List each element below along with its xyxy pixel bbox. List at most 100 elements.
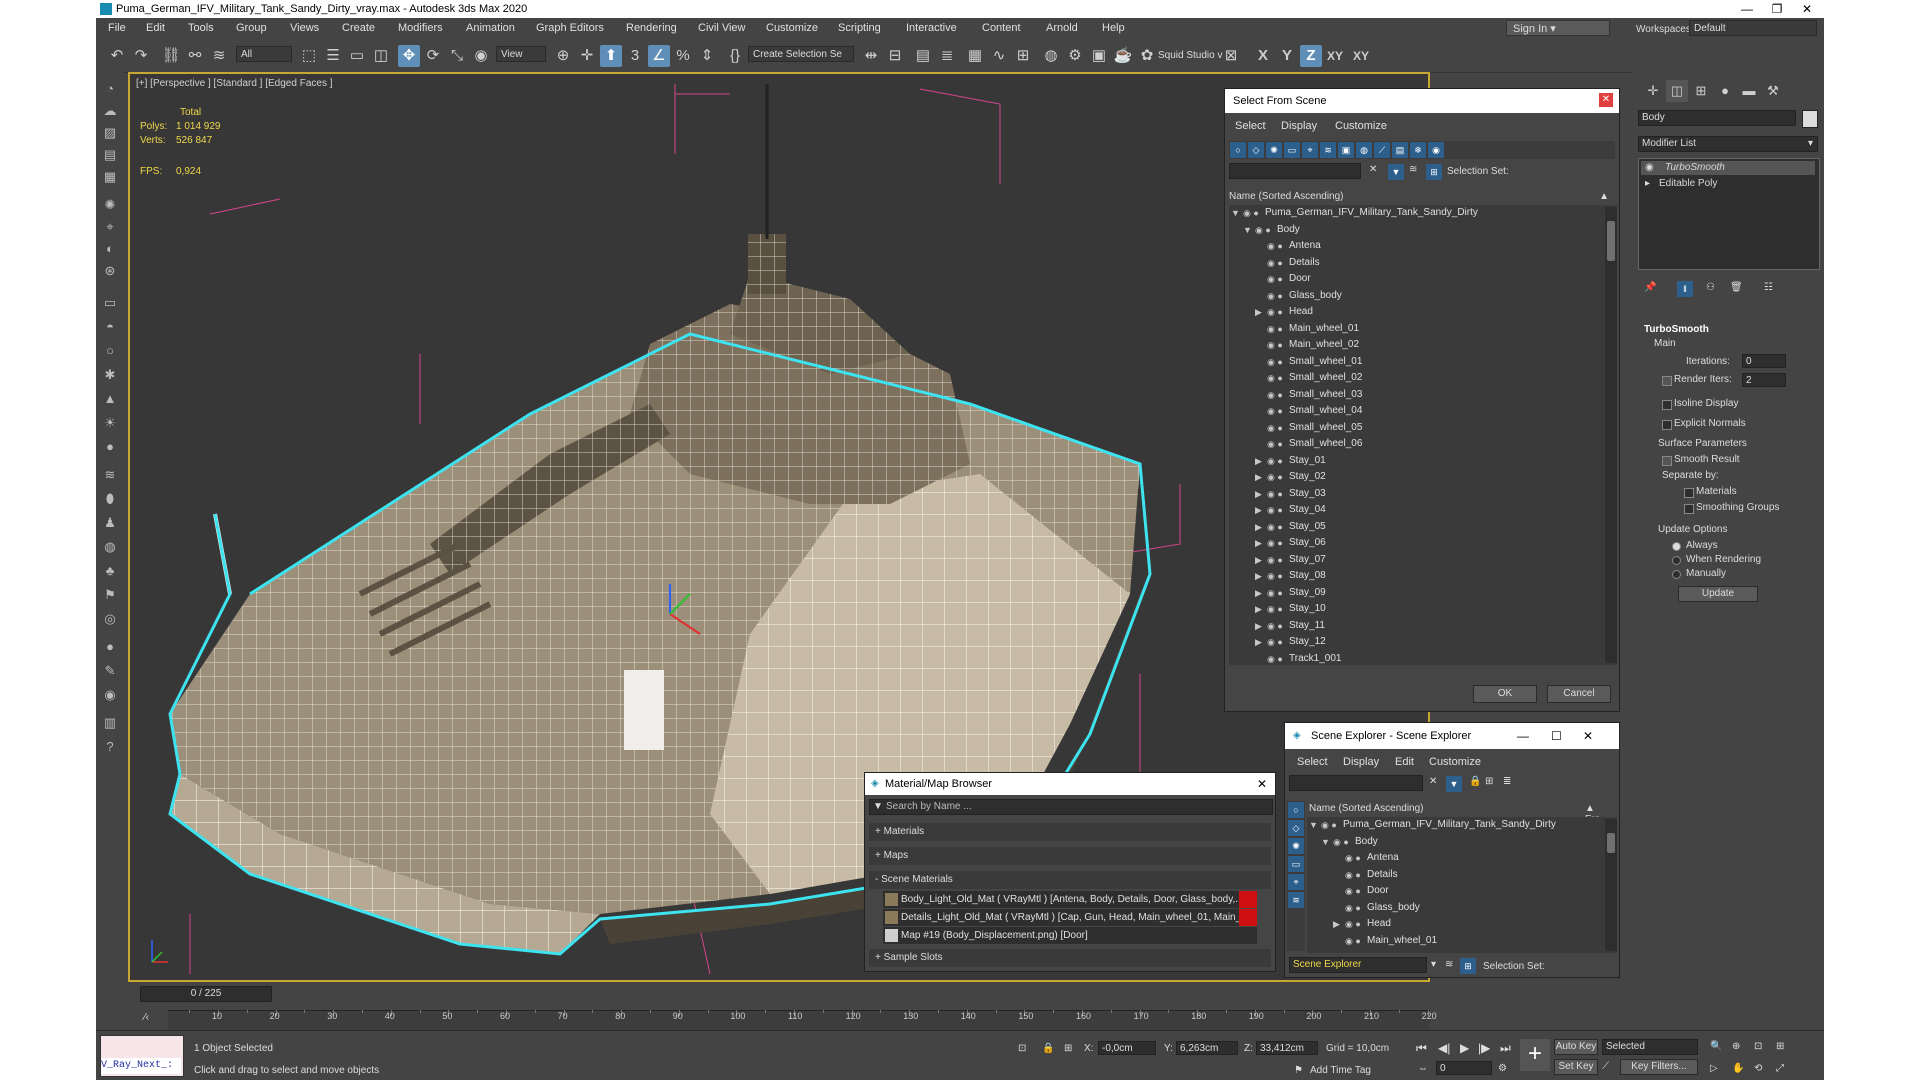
collapse-icon[interactable]: ▼: [1243, 222, 1252, 238]
visibility-icon[interactable]: ◉ ●: [1345, 850, 1361, 866]
rendered-frame-window-icon[interactable]: ▣: [1088, 45, 1110, 67]
expand-icon[interactable]: ▶: [1255, 601, 1262, 617]
visibility-icon[interactable]: ◉ ●: [1321, 817, 1337, 833]
se-menu-display[interactable]: Display: [1343, 756, 1379, 768]
help-icon[interactable]: ?: [100, 738, 120, 756]
sfs-name-column-header[interactable]: Name (Sorted Ascending): [1229, 191, 1344, 202]
sfs-filter-toggle-icon[interactable]: ▼: [1388, 164, 1404, 180]
visibility-icon[interactable]: ◉ ●: [1267, 502, 1283, 518]
cone-icon[interactable]: ▲: [100, 390, 120, 408]
se-geometry-filter-icon[interactable]: ○: [1288, 802, 1304, 818]
expand-icon[interactable]: ▶: [1255, 469, 1262, 485]
se-footer-hierarchy-icon[interactable]: ⊞: [1460, 958, 1476, 974]
se-row[interactable]: ◉ ● Glass_body: [1307, 900, 1603, 916]
play-icon[interactable]: ▶: [1460, 1041, 1469, 1055]
scene-material-item[interactable]: Map #19 (Body_Displacement.png) [Door]: [883, 927, 1257, 944]
expand-icon[interactable]: ▶: [1255, 519, 1262, 535]
visibility-icon[interactable]: ◉ ●: [1267, 585, 1283, 601]
selection-lock-icon[interactable]: 🔒: [1042, 1043, 1054, 1054]
sfs-row[interactable]: ▶ ◉ ● Stay_06: [1229, 535, 1603, 551]
hierarchy-tab-icon[interactable]: ⊞: [1690, 80, 1712, 102]
se-maximize-icon[interactable]: ☐: [1551, 729, 1562, 743]
se-row[interactable]: ▼ ◉ ● Puma_German_IFV_Military_Tank_Sandy_…: [1307, 817, 1603, 833]
sfs-row[interactable]: ▶ ◉ ● Stay_05: [1229, 519, 1603, 535]
se-minimize-icon[interactable]: —: [1517, 729, 1529, 743]
plane-icon[interactable]: ▭: [100, 294, 120, 312]
se-spacewarp-filter-icon[interactable]: ≋: [1288, 892, 1304, 908]
ok-button[interactable]: OK: [1473, 685, 1537, 703]
select-by-name-icon[interactable]: ☰: [322, 45, 344, 67]
pin-stack-icon[interactable]: 📌: [1644, 282, 1656, 293]
expand-icon[interactable]: ▶: [1255, 634, 1262, 650]
visibility-icon[interactable]: ◉ ●: [1267, 535, 1283, 551]
geometry-filter-icon[interactable]: ○: [1230, 142, 1246, 158]
when-rendering-radio[interactable]: [1672, 556, 1681, 565]
reference-coordinate-dropdown[interactable]: View: [496, 46, 546, 62]
sfs-row[interactable]: ▶ ◉ ● Stay_01: [1229, 453, 1603, 469]
se-explorer-name-field[interactable]: Scene Explorer: [1289, 957, 1427, 973]
window-crossing-icon[interactable]: ◫: [370, 45, 392, 67]
menu-group[interactable]: Group: [236, 22, 267, 34]
sfs-scrollbar[interactable]: [1605, 207, 1617, 663]
se-filter-toggle-icon[interactable]: ▼: [1446, 776, 1462, 792]
select-object-icon[interactable]: ⬚: [298, 45, 320, 67]
close-button[interactable]: ✕: [1792, 0, 1822, 18]
maps-group[interactable]: + Maps: [869, 847, 1271, 865]
remove-modifier-icon[interactable]: 🗑: [1730, 282, 1743, 293]
add-time-tag[interactable]: Add Time Tag: [1310, 1065, 1371, 1076]
expand-icon[interactable]: ▶: [1333, 916, 1340, 932]
menu-arnold[interactable]: Arnold: [1046, 22, 1078, 34]
expand-icon[interactable]: ▶: [1255, 535, 1262, 551]
squid-studio-icon[interactable]: ✿: [1136, 45, 1158, 67]
sfs-row[interactable]: ▶ ◉ ● Stay_09: [1229, 585, 1603, 601]
time-config-icon[interactable]: ⚙: [1498, 1063, 1507, 1074]
current-frame-field[interactable]: 0: [1436, 1061, 1492, 1075]
visibility-icon[interactable]: ◉ ●: [1333, 834, 1349, 850]
visibility-icon[interactable]: ◉ ●: [1345, 900, 1361, 916]
sfs-menu-select[interactable]: Select: [1235, 120, 1266, 132]
sfs-menu-customize[interactable]: Customize: [1335, 120, 1387, 132]
object-name-field[interactable]: Body: [1638, 110, 1796, 126]
turbosmooth-rollout-title[interactable]: TurboSmooth: [1644, 324, 1709, 335]
se-clear-search-icon[interactable]: ✕: [1429, 776, 1437, 787]
material-browser-close-icon[interactable]: ✕: [1257, 777, 1267, 791]
place-icon[interactable]: ◉: [470, 45, 492, 67]
time-slider[interactable]: 0 / 225: [140, 986, 272, 1002]
sfs-search-input[interactable]: [1229, 163, 1361, 179]
go-to-end-icon[interactable]: ⏭: [1500, 1041, 1511, 1056]
visibility-icon[interactable]: ◉ ●: [1267, 337, 1283, 353]
visibility-icon[interactable]: ◉ ●: [1345, 933, 1361, 949]
menu-edit[interactable]: Edit: [146, 22, 165, 34]
object-color-swatch[interactable]: [1802, 110, 1818, 128]
hair-icon[interactable]: ≋: [100, 466, 120, 484]
sfs-row[interactable]: ▶ ◉ ● Stay_04: [1229, 502, 1603, 518]
zoom-extents-icon[interactable]: ⊡: [1754, 1041, 1762, 1052]
se-name-column-header[interactable]: Name (Sorted Ascending): [1309, 803, 1424, 814]
se-menu-select[interactable]: Select: [1297, 756, 1328, 768]
sfs-row[interactable]: ▶ ◉ ● Head: [1229, 304, 1603, 320]
expand-icon[interactable]: ▶: [1255, 486, 1262, 502]
axis-x-button[interactable]: X: [1252, 45, 1274, 67]
visibility-icon[interactable]: ◉ ●: [1267, 634, 1283, 650]
hf-icon[interactable]: ⚑: [100, 586, 120, 604]
mesh-icon[interactable]: ◎: [100, 610, 120, 628]
key-filters-button[interactable]: Key Filters...: [1620, 1059, 1698, 1075]
display-tab-icon[interactable]: ▬: [1738, 80, 1760, 102]
se-layers-icon[interactable]: ≣: [1503, 776, 1511, 787]
expand-icon[interactable]: ▶: [1255, 502, 1262, 518]
clipboard-icon[interactable]: ▤: [100, 146, 120, 164]
pivot-center-icon[interactable]: ⊕: [552, 45, 574, 67]
select-from-scene-close-icon[interactable]: ✕: [1599, 93, 1613, 107]
menu-customize[interactable]: Customize: [766, 22, 818, 34]
sfs-layers-icon[interactable]: ≋: [1409, 164, 1417, 175]
menu-modifiers[interactable]: Modifiers: [398, 22, 443, 34]
undo-icon[interactable]: ↶: [106, 45, 128, 67]
sfs-row[interactable]: ◉ ● Small_wheel_05: [1229, 420, 1603, 436]
se-helper-filter-icon[interactable]: ⌖: [1288, 874, 1304, 890]
material-editor-icon[interactable]: ◍: [1040, 45, 1062, 67]
render-iters-spinner[interactable]: 2: [1742, 373, 1786, 387]
materials-group[interactable]: + Materials: [869, 823, 1271, 841]
visibility-icon[interactable]: ◉ ●: [1267, 271, 1283, 287]
xref-filter-icon[interactable]: ◍: [1356, 142, 1372, 158]
toggle-layer-explorer-icon[interactable]: ≣: [936, 45, 958, 67]
